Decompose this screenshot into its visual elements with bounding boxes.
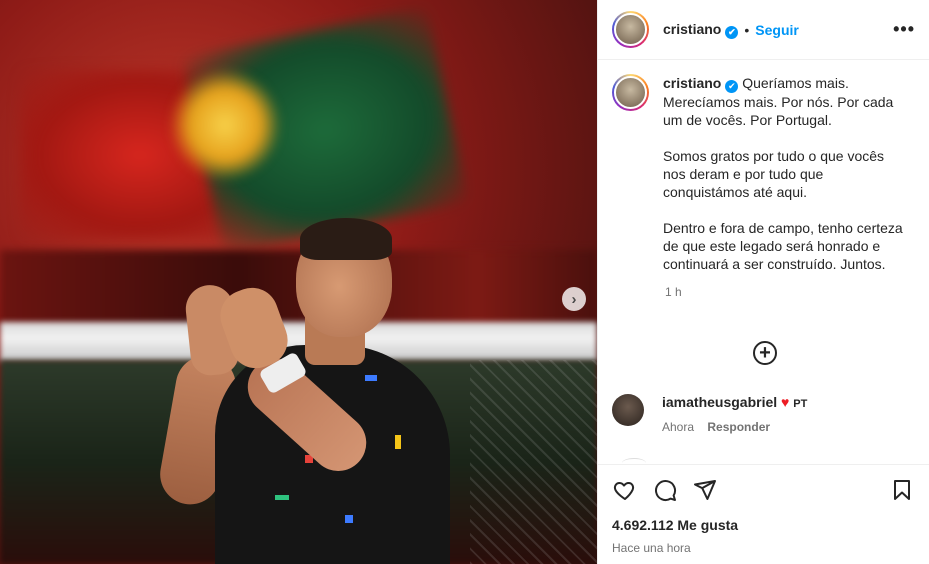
- goal-net: [470, 360, 597, 564]
- flag-emblem: [170, 70, 280, 180]
- reply-button[interactable]: Responder: [707, 420, 770, 434]
- author-username[interactable]: cristiano ✔: [663, 21, 739, 39]
- caption-username[interactable]: cristiano: [663, 75, 721, 91]
- red-heart-icon: ♥: [781, 394, 790, 410]
- post-header: cristiano ✔ • Seguir •••: [598, 0, 929, 60]
- post-photo[interactable]: ›: [0, 0, 597, 564]
- post-timestamp[interactable]: Hace una hora: [612, 541, 915, 555]
- jersey-pattern: [365, 375, 377, 381]
- author-avatar[interactable]: [612, 11, 649, 48]
- avatar-image: [614, 76, 647, 109]
- caption-body: Queríamos mais. Merecíamos mais. Por nós…: [663, 75, 903, 272]
- post-actions: 4.692.112 Me gusta Hace una hora: [598, 464, 929, 555]
- post-caption: cristiano ✔ Queríamos mais. Merecíamos ma…: [598, 61, 929, 273]
- comment-item: iamatheusgabriel ♥ PT Ahora Responder: [612, 394, 912, 434]
- comment-body: iamatheusgabriel ♥ PT Ahora Responder: [662, 394, 807, 434]
- action-icons: [612, 477, 915, 503]
- more-options-icon[interactable]: •••: [893, 19, 915, 40]
- likes-count[interactable]: 4.692.112 Me gusta: [612, 517, 915, 533]
- verified-badge-icon: ✔: [725, 79, 739, 93]
- follow-button[interactable]: Seguir: [755, 22, 799, 38]
- share-icon[interactable]: [692, 477, 718, 503]
- jersey-pattern: [275, 495, 289, 500]
- comment-time: Ahora: [662, 420, 695, 434]
- caption-text: cristiano ✔ Queríamos mais. Merecíamos ma…: [663, 74, 903, 273]
- avatar-image: [614, 13, 647, 46]
- comment-meta: Ahora Responder: [662, 420, 807, 434]
- comments-section[interactable]: cristiano ✔ Queríamos mais. Merecíamos ma…: [598, 61, 929, 463]
- load-more-comments-button[interactable]: +: [753, 341, 777, 365]
- plus-icon: +: [759, 342, 771, 364]
- separator-dot: •: [744, 21, 750, 38]
- commenter-avatar[interactable]: [612, 394, 644, 426]
- chevron-right-icon: ›: [571, 290, 577, 308]
- next-comment-avatar: [622, 458, 646, 463]
- player-hair: [300, 218, 392, 260]
- heart-icon[interactable]: [612, 477, 638, 503]
- comment-text: PT: [793, 398, 808, 410]
- caption-avatar[interactable]: [612, 74, 649, 111]
- comment-icon[interactable]: [652, 477, 678, 503]
- post-side-panel: cristiano ✔ • Seguir ••• cristiano ✔ Querí…: [597, 0, 929, 564]
- jersey-pattern: [395, 435, 401, 449]
- comment-line: iamatheusgabriel ♥ PT: [662, 394, 807, 410]
- jersey-pattern: [345, 515, 353, 523]
- caption-time: 1 h: [665, 284, 682, 299]
- commenter-username[interactable]: iamatheusgabriel: [662, 394, 777, 410]
- carousel-next-button[interactable]: ›: [562, 287, 586, 311]
- bookmark-icon[interactable]: [889, 477, 915, 503]
- verified-badge-icon: ✔: [725, 25, 739, 39]
- author-username-text[interactable]: cristiano: [663, 21, 721, 37]
